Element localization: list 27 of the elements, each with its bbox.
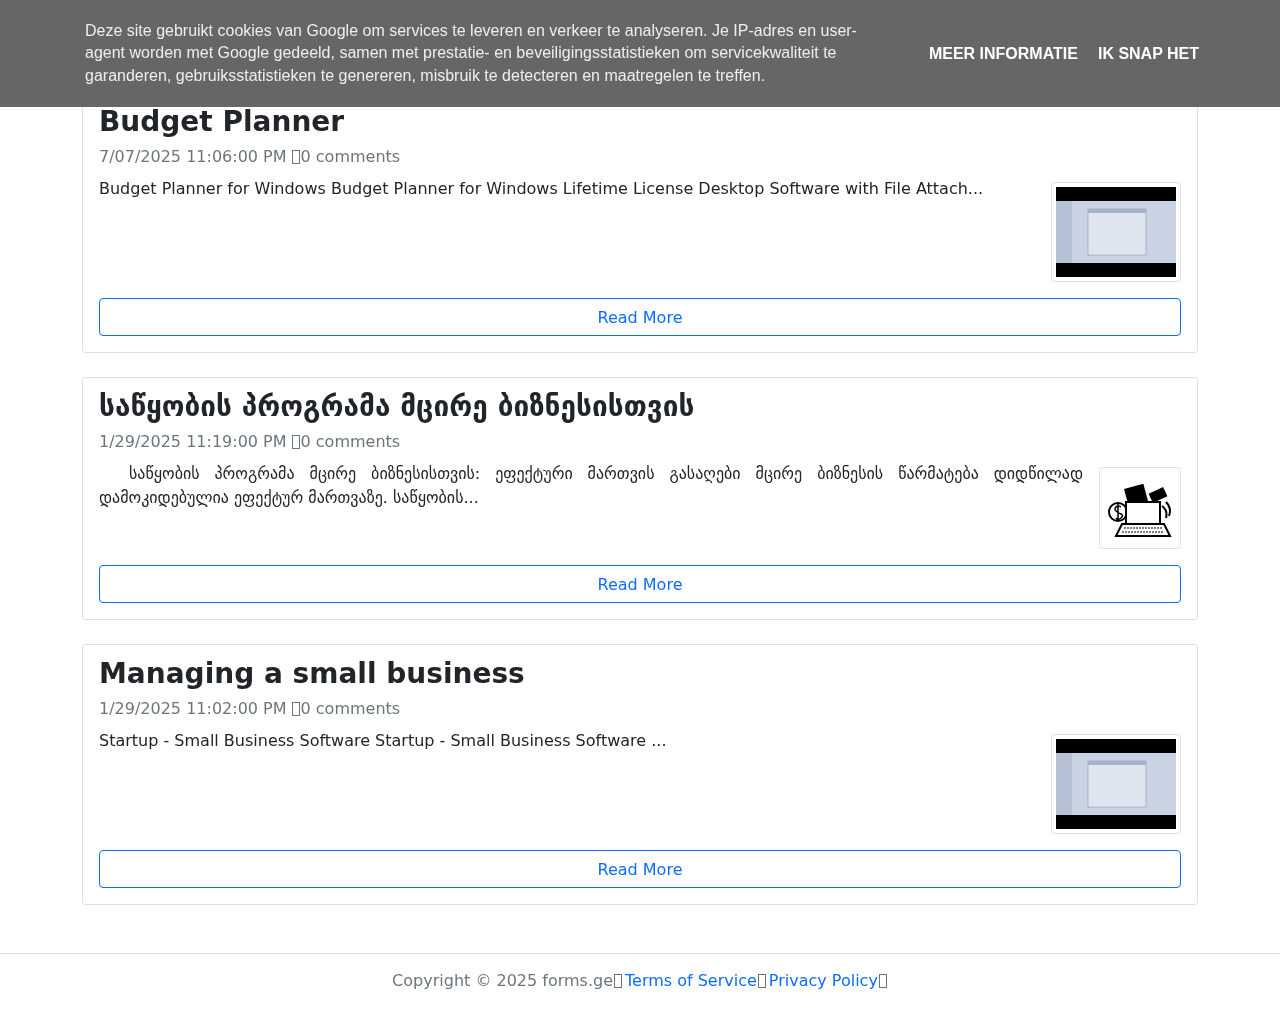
comments-count[interactable]: 0 comments xyxy=(300,430,401,454)
cookie-button[interactable]: MEER INFORMATIE xyxy=(928,44,1078,63)
post-excerpt: Startup - Small Business Software Startup - Small Business Software ... xyxy=(99,730,668,752)
cookie-notice-text: Deze site gebruikt cookies van Google om services te leveren en verkeer te analyseren. Je IP-adres en user-agent worden met Google gedeeld, samen met prestatie- en beveiligingsstatistieken om servicekwaliteit te garanderen, gebruiksstatistieken te genereren, misbruik te detecteren en maatregelen te treffen. xyxy=(85,20,858,86)
cookie-button[interactable]: IK SNAP HET xyxy=(1097,44,1199,63)
post-excerpt: საწყობის პროგრამა მცირე ბიზნესისთვის: ეფექტური მართვის გასაღები მცირე ბიზნესის წარმატება დიდწილად დამოკიდებულია ეფექტურ მართვაზე. საწყობის... xyxy=(99,463,1083,509)
footer-link[interactable]: Terms of Service xyxy=(625,971,757,990)
post-excerpt: Budget Planner for Windows Budget Planner for Windows Lifetime License Desktop Software with File Attach... xyxy=(99,178,985,200)
missing-glyph-icon xyxy=(878,973,887,988)
comments-count[interactable]: 0 comments xyxy=(300,145,401,169)
post-title[interactable]: Managing a small business xyxy=(99,659,525,689)
footer-link[interactable]: Privacy Policy xyxy=(768,971,878,990)
copyright-text: Copyright © 2025 forms.ge xyxy=(392,971,613,990)
post-title[interactable]: საწყობის პროგრამა მცირე ბიზნესისთვის xyxy=(99,392,695,422)
read-more-button[interactable]: Read More xyxy=(99,565,1181,603)
missing-glyph-icon xyxy=(291,435,300,449)
missing-glyph-icon xyxy=(757,973,766,988)
comments-count[interactable]: 0 comments xyxy=(300,697,401,721)
read-more-button[interactable]: Read More xyxy=(99,298,1181,336)
post-title[interactable]: Budget Planner xyxy=(99,107,345,137)
post-date: 7/07/2025 11:06:00 PM xyxy=(99,146,287,168)
missing-glyph-icon xyxy=(291,150,300,164)
missing-glyph-icon xyxy=(291,702,300,716)
missing-glyph-icon xyxy=(614,973,622,988)
read-more-button[interactable]: Read More xyxy=(99,850,1181,888)
post-date: 1/29/2025 11:19:00 PM xyxy=(99,431,287,453)
post-date: 1/29/2025 11:02:00 PM xyxy=(99,698,287,720)
